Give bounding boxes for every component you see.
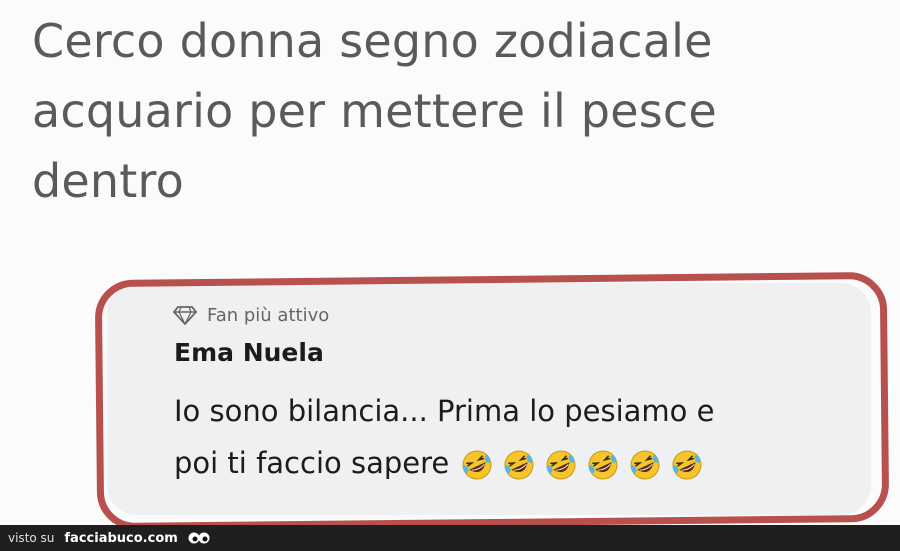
comment-text-line-2: poi ti faccio sapere xyxy=(174,437,864,489)
top-fan-badge[interactable]: Fan più attivo xyxy=(173,303,329,327)
rolling-on-floor-laughing-icon xyxy=(588,450,618,480)
post-text: Cerco donna segno zodiacale acquario per… xyxy=(32,6,882,216)
emoji-row xyxy=(459,449,705,481)
rolling-on-floor-laughing-icon xyxy=(672,450,702,480)
rolling-on-floor-laughing-icon xyxy=(462,450,492,480)
eyes-icon xyxy=(188,532,210,544)
diamond-icon xyxy=(173,306,197,325)
rolling-on-floor-laughing-icon xyxy=(630,450,660,480)
comment-text: Io sono bilancia... Prima lo pesiamo e p… xyxy=(174,385,864,489)
footer-prefix: visto su xyxy=(8,531,55,545)
footer-brand[interactable]: facciabuco.com xyxy=(64,531,177,546)
post-text-line: dentro xyxy=(32,154,184,208)
comment-author[interactable]: Ema Nuela xyxy=(174,338,324,367)
rolling-on-floor-laughing-icon xyxy=(546,450,576,480)
comment-text-line: poi ti faccio sapere xyxy=(174,446,450,480)
rolling-on-floor-laughing-icon xyxy=(504,450,534,480)
comment-text-line: Io sono bilancia... Prima lo pesiamo e xyxy=(174,394,715,428)
watermark-footer: visto su facciabuco.com xyxy=(0,525,900,551)
post-text-line: Cerco donna segno zodiacale xyxy=(32,14,713,68)
post-text-line: acquario per mettere il pesce xyxy=(32,84,717,138)
badge-label: Fan più attivo xyxy=(207,304,330,326)
